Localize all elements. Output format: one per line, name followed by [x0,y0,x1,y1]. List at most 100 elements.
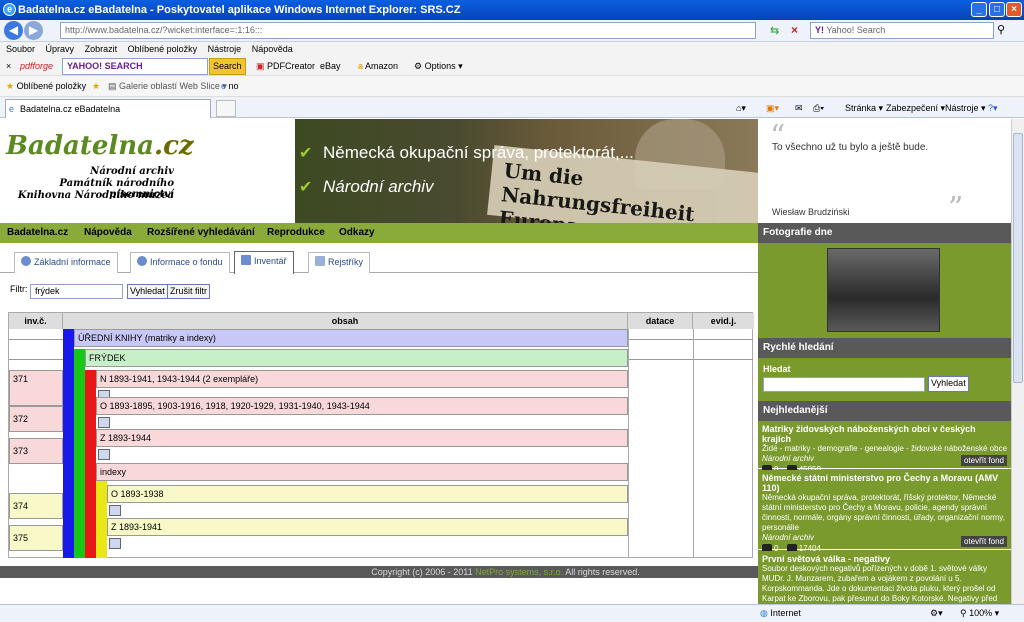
favorites-button[interactable]: ★ Oblíbené položky [6,76,86,97]
banner-line-1: Německá okupační správa, protektorát,... [323,143,634,162]
digital-copy-icon[interactable] [109,538,121,549]
browser-tab[interactable]: e Badatelna.cz eBadatelna [5,99,211,118]
tab-ie-icon: e [9,104,15,114]
minimize-button[interactable]: _ [971,2,987,17]
header-obsah: obsah [63,313,628,329]
tree-bar-level-4 [96,476,107,558]
options-menu[interactable]: ⚙ Options ▾ [414,57,463,76]
filter-search-button[interactable]: Vyhledat [127,284,168,299]
pdfcreator-link[interactable]: ▣ PDFCreator [256,57,315,76]
print-icon[interactable]: ⎙▾ [813,100,824,116]
nav-reprodukce[interactable]: Reprodukce [267,223,325,243]
tab-zakladni-informace[interactable]: Základní informace [14,252,118,273]
table-row[interactable]: O 1893-1938 [107,485,628,503]
search-icon[interactable]: ⚲ [997,23,1005,36]
refresh-icon[interactable]: ⇆ [770,24,779,37]
address-input[interactable]: http://www.badatelna.cz/?wicket:interfac… [60,22,756,39]
table-row[interactable]: Z 1893-1944 [96,429,628,447]
popular-item[interactable]: První světová válka - negativy Soubor de… [758,551,1011,604]
page-content: Badatelna.cz Národní archiv Památník nár… [0,119,1011,604]
digital-copy-icon[interactable] [109,505,121,516]
open-fond-button[interactable]: otevřít fond [960,536,1007,547]
fond-tabs: Základní informace Informace o fondu Inv… [0,243,758,274]
scrollbar-thumb[interactable] [1013,133,1023,383]
popular-item[interactable]: Německé státní ministerstvo pro Čechy a … [758,470,1011,554]
digital-copy-icon[interactable] [98,449,110,460]
zoom-icon: ⚲ [960,608,967,618]
menu-oblibene[interactable]: Oblíbené položky [128,44,198,54]
window-title: Badatelna.cz eBadatelna - Poskytovatel a… [18,4,461,16]
security-menu[interactable]: Zabezpečení ▾ [886,100,945,116]
add-favorite-icon[interactable]: ★ [92,76,100,97]
popular-item-title[interactable]: První světová válka - negativy [762,554,1007,564]
vertical-scrollbar[interactable] [1011,119,1024,604]
menu-soubor[interactable]: Soubor [6,44,35,54]
netpro-link[interactable]: NetPro systems, s.r.o. [475,567,563,577]
header-datace: datace [628,313,693,329]
menu-upravy[interactable]: Úpravy [46,44,75,54]
site-logo[interactable]: Badatelna.cz [6,131,194,161]
maximize-button[interactable]: □ [989,2,1005,17]
quick-search-button[interactable]: Vyhledat [928,376,969,392]
rss-icon[interactable]: ▣▾ [766,100,779,116]
menu-nastroje[interactable]: Nástroje [208,44,242,54]
zoom-control[interactable]: ⚲ 100% ▾ [960,605,999,622]
favorites-bar: ★ Oblíbené položky ★ ▤ Galerie oblastí W… [0,76,1024,97]
tab-rejstriky[interactable]: Rejstříky [308,252,371,273]
filter-clear-button[interactable]: Zrušit filtr [167,284,210,299]
ebay-link[interactable]: eBay [320,57,341,76]
home-icon[interactable]: ⌂▾ [736,100,746,116]
close-toolbar-icon[interactable]: × [6,57,11,76]
link-toolbar: × pdfforge YAHOO! SEARCH Search ▣ PDFCre… [0,57,1024,76]
popular-item-title[interactable]: Německé státní ministerstvo pro Čechy a … [762,473,1007,493]
page-menu[interactable]: Stránka ▾ [845,100,883,116]
nav-badatelna[interactable]: Badatelna.cz [7,223,68,243]
help-icon[interactable]: ?▾ [988,100,998,116]
digital-copy-icon[interactable] [98,417,110,428]
back-arrow-icon[interactable]: ◀ [4,21,23,40]
nav-rozsirene-vyhledavani[interactable]: Rozšířené vyhledávání [147,223,255,243]
banner-line-2: Národní archiv [323,177,434,196]
amazon-link[interactable]: a Amazon [358,57,398,76]
table-row[interactable]: indexy [96,463,628,481]
new-tab-button[interactable] [216,100,236,117]
filter-label: Filtr: [10,284,28,294]
table-row[interactable]: FRÝDEK [85,349,628,367]
close-button[interactable]: × [1006,2,1022,17]
photo-of-day-image[interactable] [827,248,940,332]
nav-napoveda[interactable]: Nápověda [84,223,132,243]
open-fond-button[interactable]: otevřít fond [960,455,1007,466]
stop-icon[interactable]: × [791,23,798,37]
yahoo-search-button[interactable]: Search [209,58,246,75]
popular-item-desc: Soubor deskových negativů pořízených v d… [762,564,998,603]
table-row[interactable]: N 1893-1941, 1943-1944 (2 exempláře) [96,370,628,388]
search-input[interactable]: Y! Yahoo! Search [810,22,994,39]
quote-box: “ To všechno už tu bylo a ještě bude. Wi… [758,119,1011,226]
tab-informace-o-fondu[interactable]: Informace o fondu [130,252,230,273]
popular-item-desc: Židé - matriky - demografie - genealogie… [762,444,1008,453]
table-row[interactable]: Z 1893-1941 [107,518,628,536]
table-row[interactable]: ÚŘEDNÍ KNIHY (matriky a indexy) [74,329,628,347]
star-icon: ★ [6,81,15,91]
popular-item[interactable]: Matriky židovských náboženských obcí v č… [758,421,1011,475]
popular-item-title[interactable]: Matriky židovských náboženských obcí v č… [762,424,1007,444]
inv-cell: 373 [9,438,63,464]
favorite-no-link[interactable]: e no [221,76,239,97]
web-slice-gallery-link[interactable]: ▤ Galerie oblastí Web Slice ▾ [108,76,227,97]
nav-odkazy[interactable]: Odkazy [339,223,375,243]
tab-inventar[interactable]: Inventář [234,251,294,274]
forward-arrow-icon[interactable]: ▶ [24,21,43,40]
protected-mode-icon[interactable]: ⚙▾ [930,605,943,622]
filter-input[interactable]: frýdek [30,284,123,299]
table-row[interactable]: O 1893-1895, 1903-1916, 1918, 1920-1929,… [96,397,628,415]
mail-icon[interactable]: ✉ [795,100,803,116]
web-slice-icon: ▤ [108,81,117,91]
quote-text: To všechno už tu bylo a ještě bude. [772,142,929,153]
quick-search-input[interactable] [763,377,925,392]
book-icon [241,255,251,265]
yahoo-search-field[interactable]: YAHOO! SEARCH [62,58,208,75]
tools-menu[interactable]: Nástroje ▾ [945,100,986,116]
globe-icon: ◍ [760,608,768,618]
menu-zobrazit[interactable]: Zobrazit [85,44,118,54]
menu-napoveda[interactable]: Nápověda [252,44,293,54]
